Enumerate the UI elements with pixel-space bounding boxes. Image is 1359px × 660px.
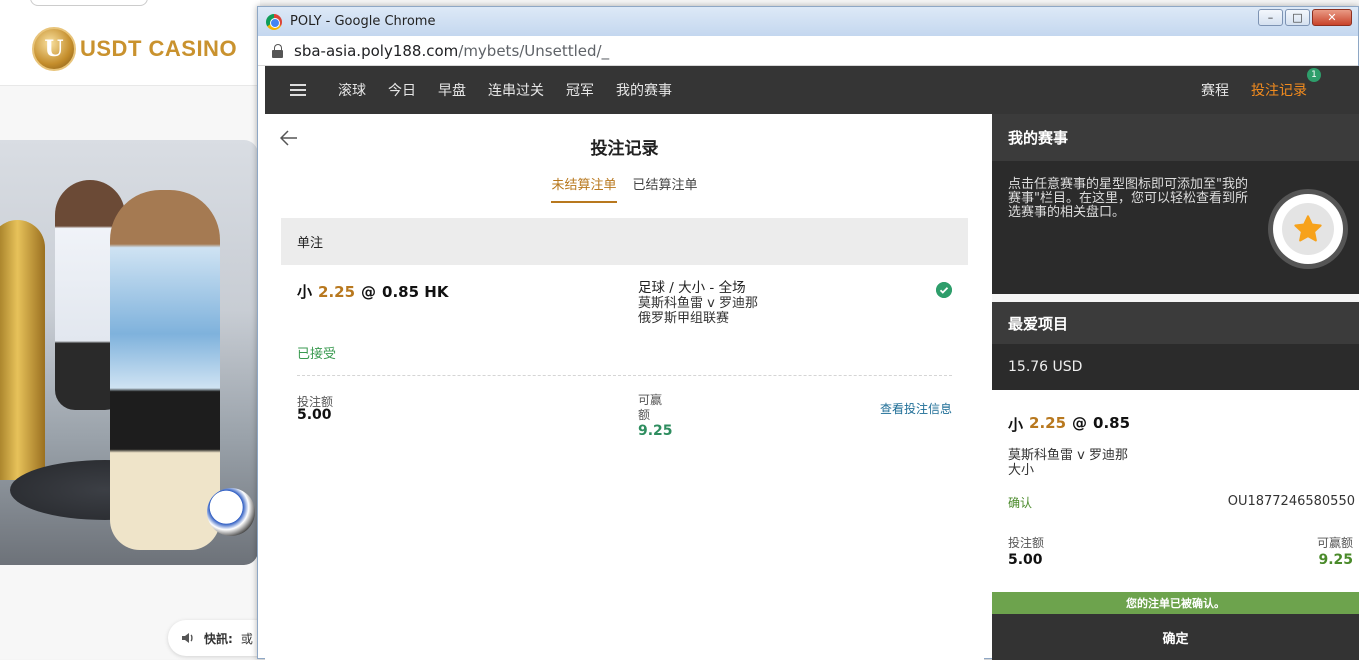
minimize-button[interactable]: – — [1258, 9, 1283, 26]
slip-status: 确认 — [1008, 496, 1033, 510]
nav-item-early[interactable]: 早盘 — [438, 80, 466, 100]
favorite-star-button[interactable] — [1273, 194, 1343, 264]
speaker-icon — [182, 633, 193, 643]
slip-odds: 0.85 — [1093, 414, 1131, 432]
nav-item-live[interactable]: 滚球 — [338, 80, 366, 100]
hamburger-menu-icon[interactable] — [290, 84, 306, 96]
nav-item-outright[interactable]: 冠军 — [566, 80, 594, 100]
window-title: POLY - Google Chrome — [290, 14, 436, 29]
tab-settled[interactable]: 已结算注单 — [633, 174, 698, 203]
ok-button[interactable]: 确定 — [992, 614, 1359, 660]
bet-status: 已接受 — [297, 347, 337, 362]
player-image — [110, 190, 220, 550]
casino-header: U USDT CASINO — [0, 0, 260, 86]
slip-reference-id: OU1877246580550 — [1227, 494, 1355, 509]
nav-item-parlay[interactable]: 连串过关 — [488, 80, 544, 100]
slip-match-name: 莫斯科鱼雷 v 罗迪那 — [1008, 448, 1128, 463]
slip-win-value: 9.25 — [1318, 552, 1353, 568]
close-button[interactable]: ✕ — [1312, 9, 1352, 26]
bet-slip-card: 小 2.25 @ 0.85 莫斯科鱼雷 v 罗迪那 大小 确认 OU187724… — [992, 390, 1359, 592]
promo-banner[interactable] — [0, 140, 258, 565]
market-info: 足球 / 大小 - 全场 莫斯科鱼雷 v 罗迪那 俄罗斯甲组联赛 — [638, 280, 758, 327]
casino-topbar-pill — [30, 0, 148, 6]
divider — [992, 294, 1359, 302]
match-name: 莫斯科鱼雷 v 罗迪那 — [638, 296, 758, 311]
nav-right-group: 赛程 投注记录 1 — [1201, 66, 1359, 114]
potential-win-label: 可赢额 — [638, 393, 663, 422]
dashed-divider — [297, 375, 952, 376]
slip-win-label: 可赢额 — [1316, 536, 1353, 550]
bet-selection: 小 2.25 @ 0.85 HK — [297, 281, 448, 302]
chrome-icon — [266, 13, 282, 30]
slip-stake-label: 投注额 — [1008, 536, 1045, 550]
url-path: /mybets/Unsettled/_ — [458, 41, 610, 60]
account-balance: 15.76 USD — [992, 344, 1359, 390]
background-casino-site: U USDT CASINO 快訊: 或 — [0, 0, 268, 659]
nav-item-my-events[interactable]: 我的赛事 — [616, 80, 672, 100]
selection-name: 小 — [297, 283, 313, 301]
nav-item-schedule[interactable]: 赛程 — [1201, 80, 1229, 100]
slip-at-symbol: @ — [1072, 414, 1088, 432]
nav-item-today[interactable]: 今日 — [388, 80, 416, 100]
slip-market: 大小 — [1008, 463, 1035, 478]
window-titlebar[interactable]: POLY - Google Chrome – □ ✕ — [258, 7, 1358, 36]
star-icon — [1294, 215, 1322, 242]
stake-value: 5.00 — [297, 407, 332, 423]
tab-unsettled[interactable]: 未结算注单 — [551, 174, 617, 203]
ticker-label: 快訊: — [204, 631, 233, 646]
bet-record-panel: 投注记录 未结算注单 已结算注单 单注 小 2.25 @ 0.85 HK 足球 … — [265, 114, 984, 660]
view-bet-info-link[interactable]: 查看投注信息 — [880, 400, 952, 417]
market-name: 足球 / 大小 - 全场 — [638, 280, 746, 296]
my-events-section: 点击任意赛事的星型图标即可添加至"我的赛事"栏目。在这里，您可以轻松查看到所选赛… — [992, 161, 1359, 294]
soccer-ball-image — [207, 488, 255, 536]
handicap-value: 2.25 — [318, 283, 356, 301]
url-text[interactable]: sba-asia.poly188.com/mybets/Unsettled/_ — [294, 42, 609, 60]
trophy-image — [0, 220, 45, 480]
odds-value: 0.85 HK — [382, 283, 449, 301]
address-bar[interactable]: sba-asia.poly188.com/mybets/Unsettled/_ — [258, 36, 1358, 66]
site-nav-bar: 滚球 今日 早盘 连串过关 冠军 我的赛事 赛程 投注记录 1 — [265, 66, 1359, 114]
my-events-title: 我的赛事 — [992, 114, 1359, 161]
star-icon-holder — [1282, 203, 1334, 255]
news-ticker[interactable]: 快訊: 或 — [168, 620, 268, 656]
url-host: sba-asia.poly188.com — [294, 41, 459, 60]
slip-handicap: 2.25 — [1029, 414, 1067, 432]
right-sidebar: 我的赛事 点击任意赛事的星型图标即可添加至"我的赛事"栏目。在这里，您可以轻松查… — [992, 114, 1359, 660]
league-name: 俄罗斯甲组联赛 — [638, 311, 730, 326]
potential-win-value: 9.25 — [638, 423, 673, 439]
slip-selection-name: 小 — [1008, 416, 1024, 434]
maximize-button[interactable]: □ — [1285, 9, 1310, 26]
logo-badge-icon: U — [32, 27, 76, 71]
chrome-window: POLY - Google Chrome – □ ✕ sba-asia.poly… — [257, 6, 1359, 660]
slip-selection: 小 2.25 @ 0.85 — [1008, 414, 1130, 435]
casino-logo[interactable]: U USDT CASINO — [32, 27, 237, 71]
favorites-title: 最爱项目 — [992, 302, 1359, 344]
confirmation-banner: 您的注单已被确认。 — [992, 592, 1359, 614]
lock-icon[interactable] — [272, 43, 284, 58]
bet-count-badge: 1 — [1307, 68, 1321, 82]
bet-record-label: 投注记录 — [1251, 83, 1307, 99]
slip-match-info: 莫斯科鱼雷 v 罗迪那 大小 — [1008, 448, 1128, 478]
at-symbol: @ — [361, 283, 377, 301]
bet-tabs: 未结算注单 已结算注单 — [265, 174, 984, 203]
logo-text: USDT CASINO — [80, 36, 238, 61]
page-title: 投注记录 — [590, 139, 659, 159]
ticker-text: 或 — [240, 631, 253, 646]
slip-stake-value: 5.00 — [1008, 552, 1043, 568]
section-header-single: 单注 — [281, 218, 968, 265]
check-circle-icon — [936, 282, 952, 298]
window-controls: – □ ✕ — [1258, 9, 1352, 26]
my-events-description: 点击任意赛事的星型图标即可添加至"我的赛事"栏目。在这里，您可以轻松查看到所选赛… — [1008, 177, 1248, 220]
nav-item-bet-record[interactable]: 投注记录 1 — [1251, 68, 1321, 100]
